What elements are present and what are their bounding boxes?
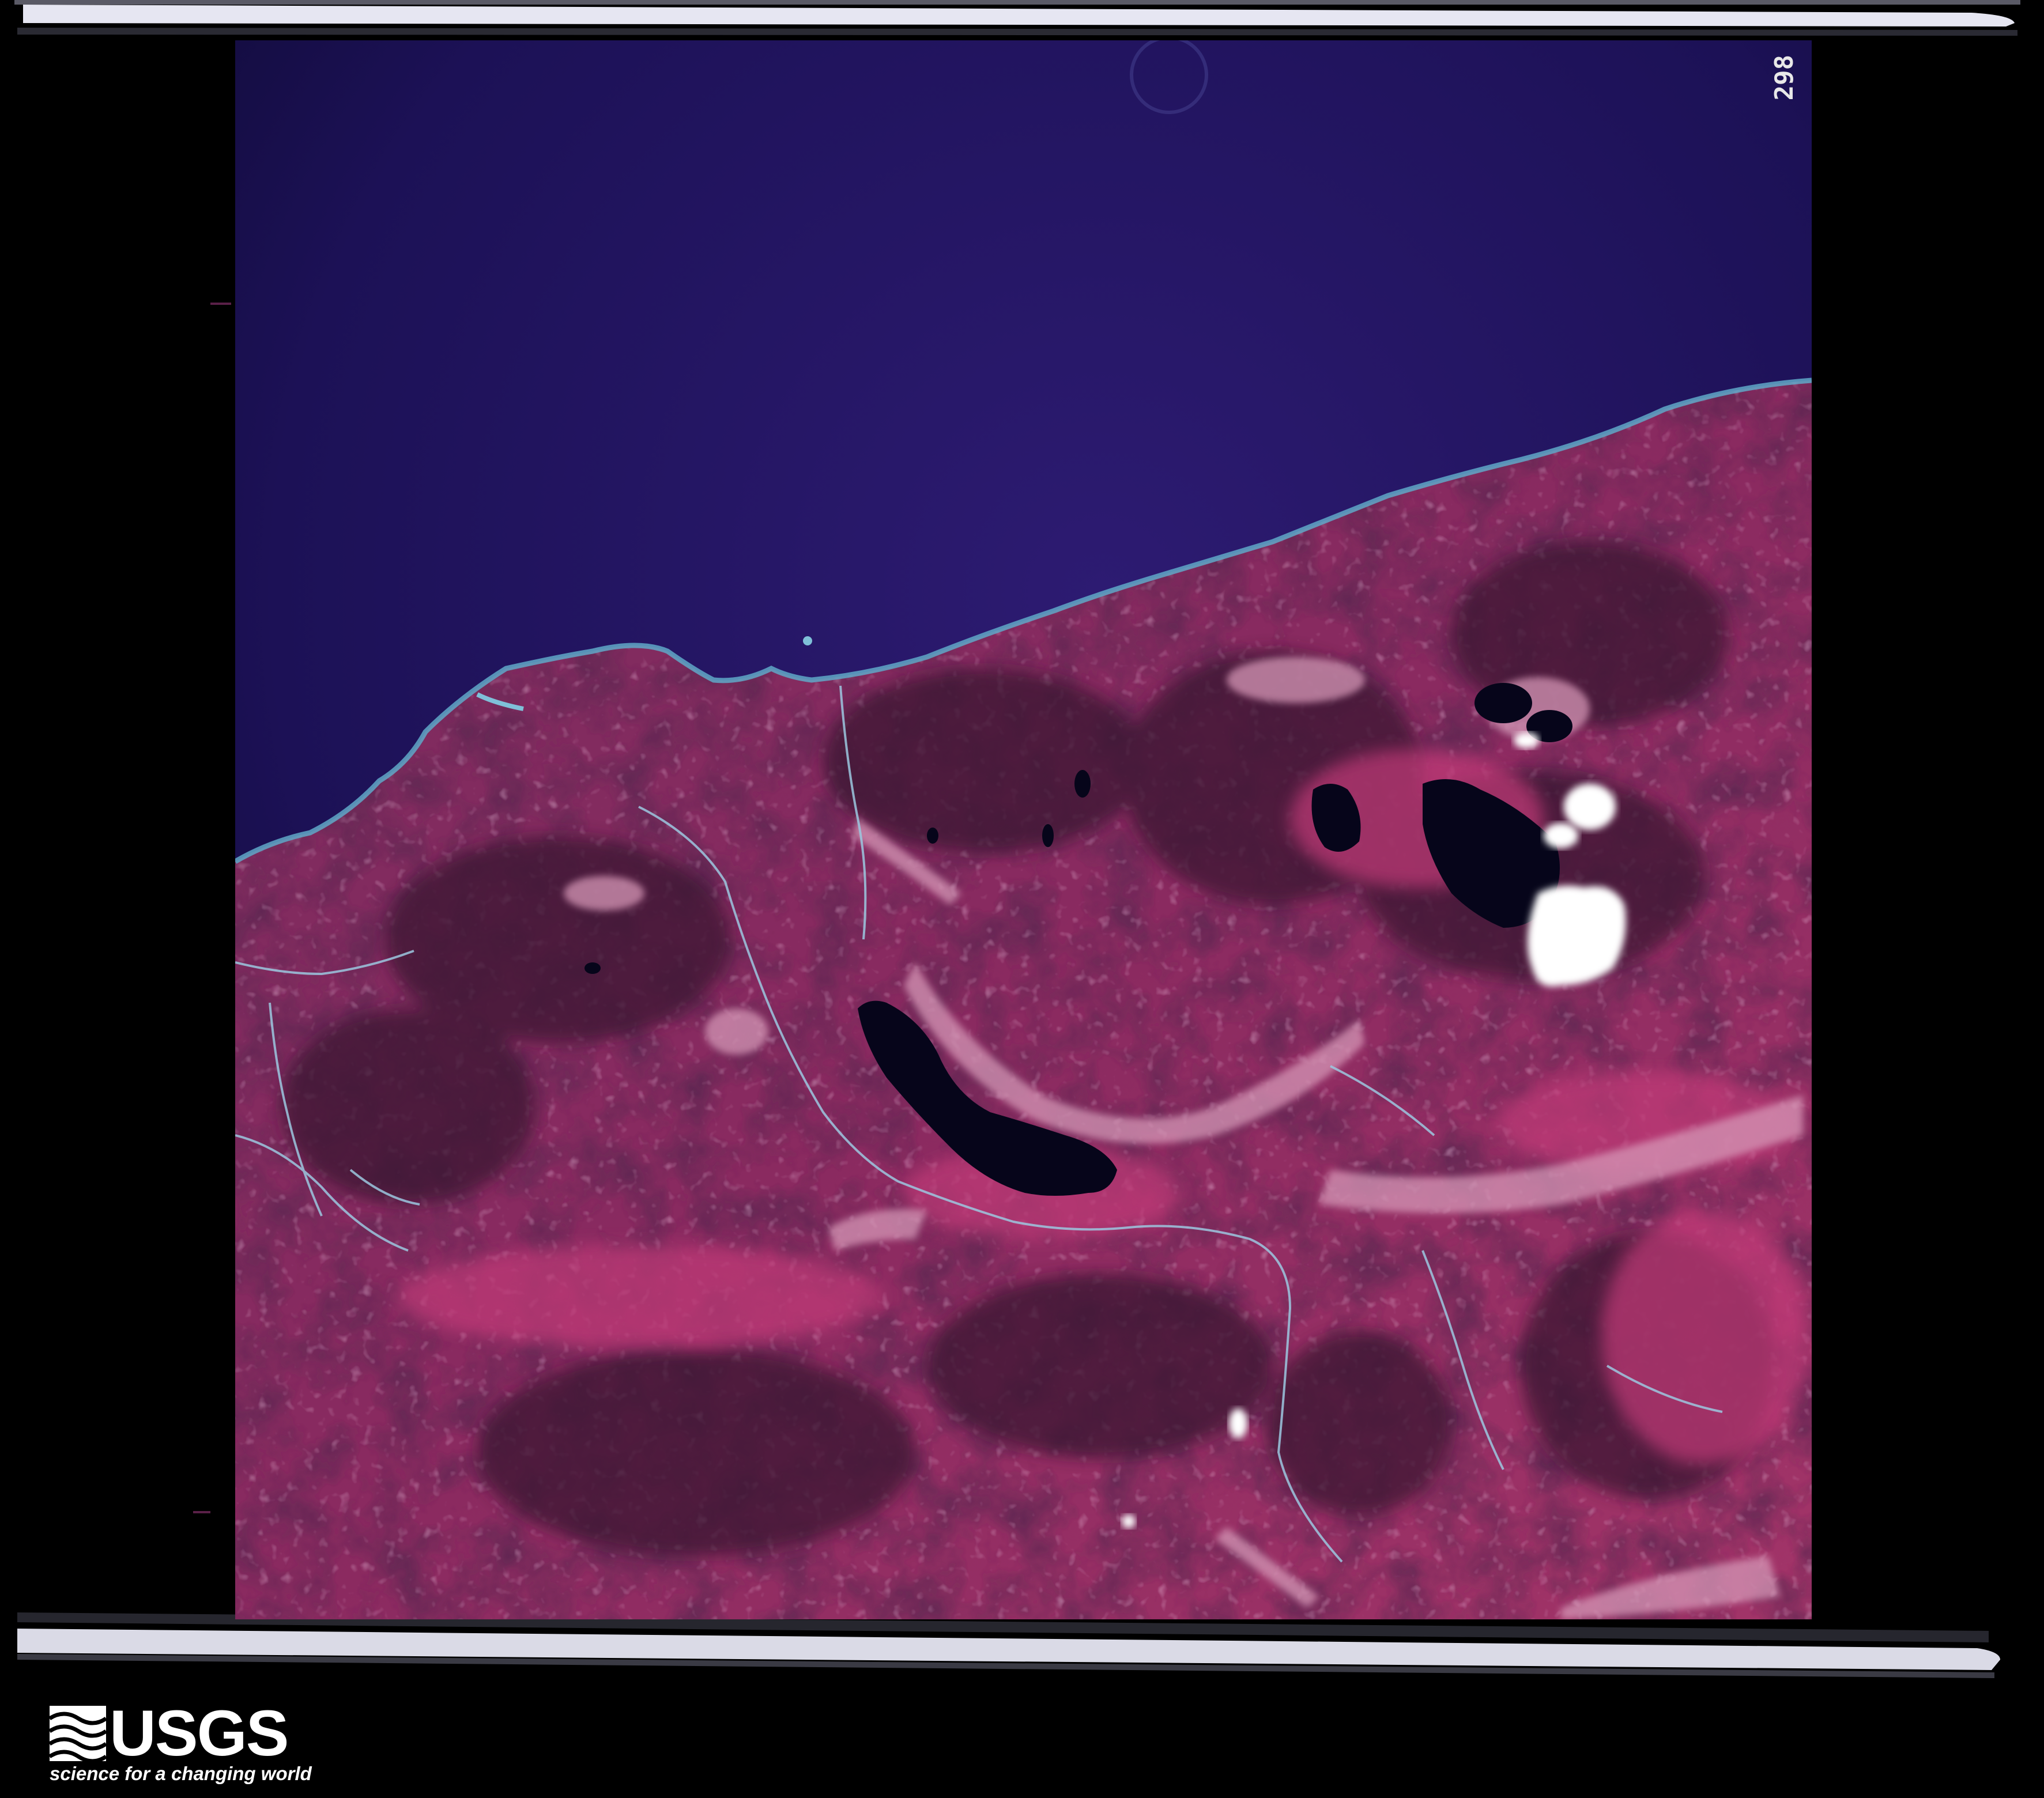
usgs-logo: USGS science for a changing world: [50, 1699, 312, 1786]
usgs-wave-icon: [50, 1706, 106, 1761]
frame-number: 298: [1770, 55, 1799, 101]
usgs-tagline: science for a changing world: [50, 1763, 312, 1784]
usgs-wordmark: USGS: [110, 1697, 289, 1769]
aerial-photo: [235, 40, 1812, 1619]
